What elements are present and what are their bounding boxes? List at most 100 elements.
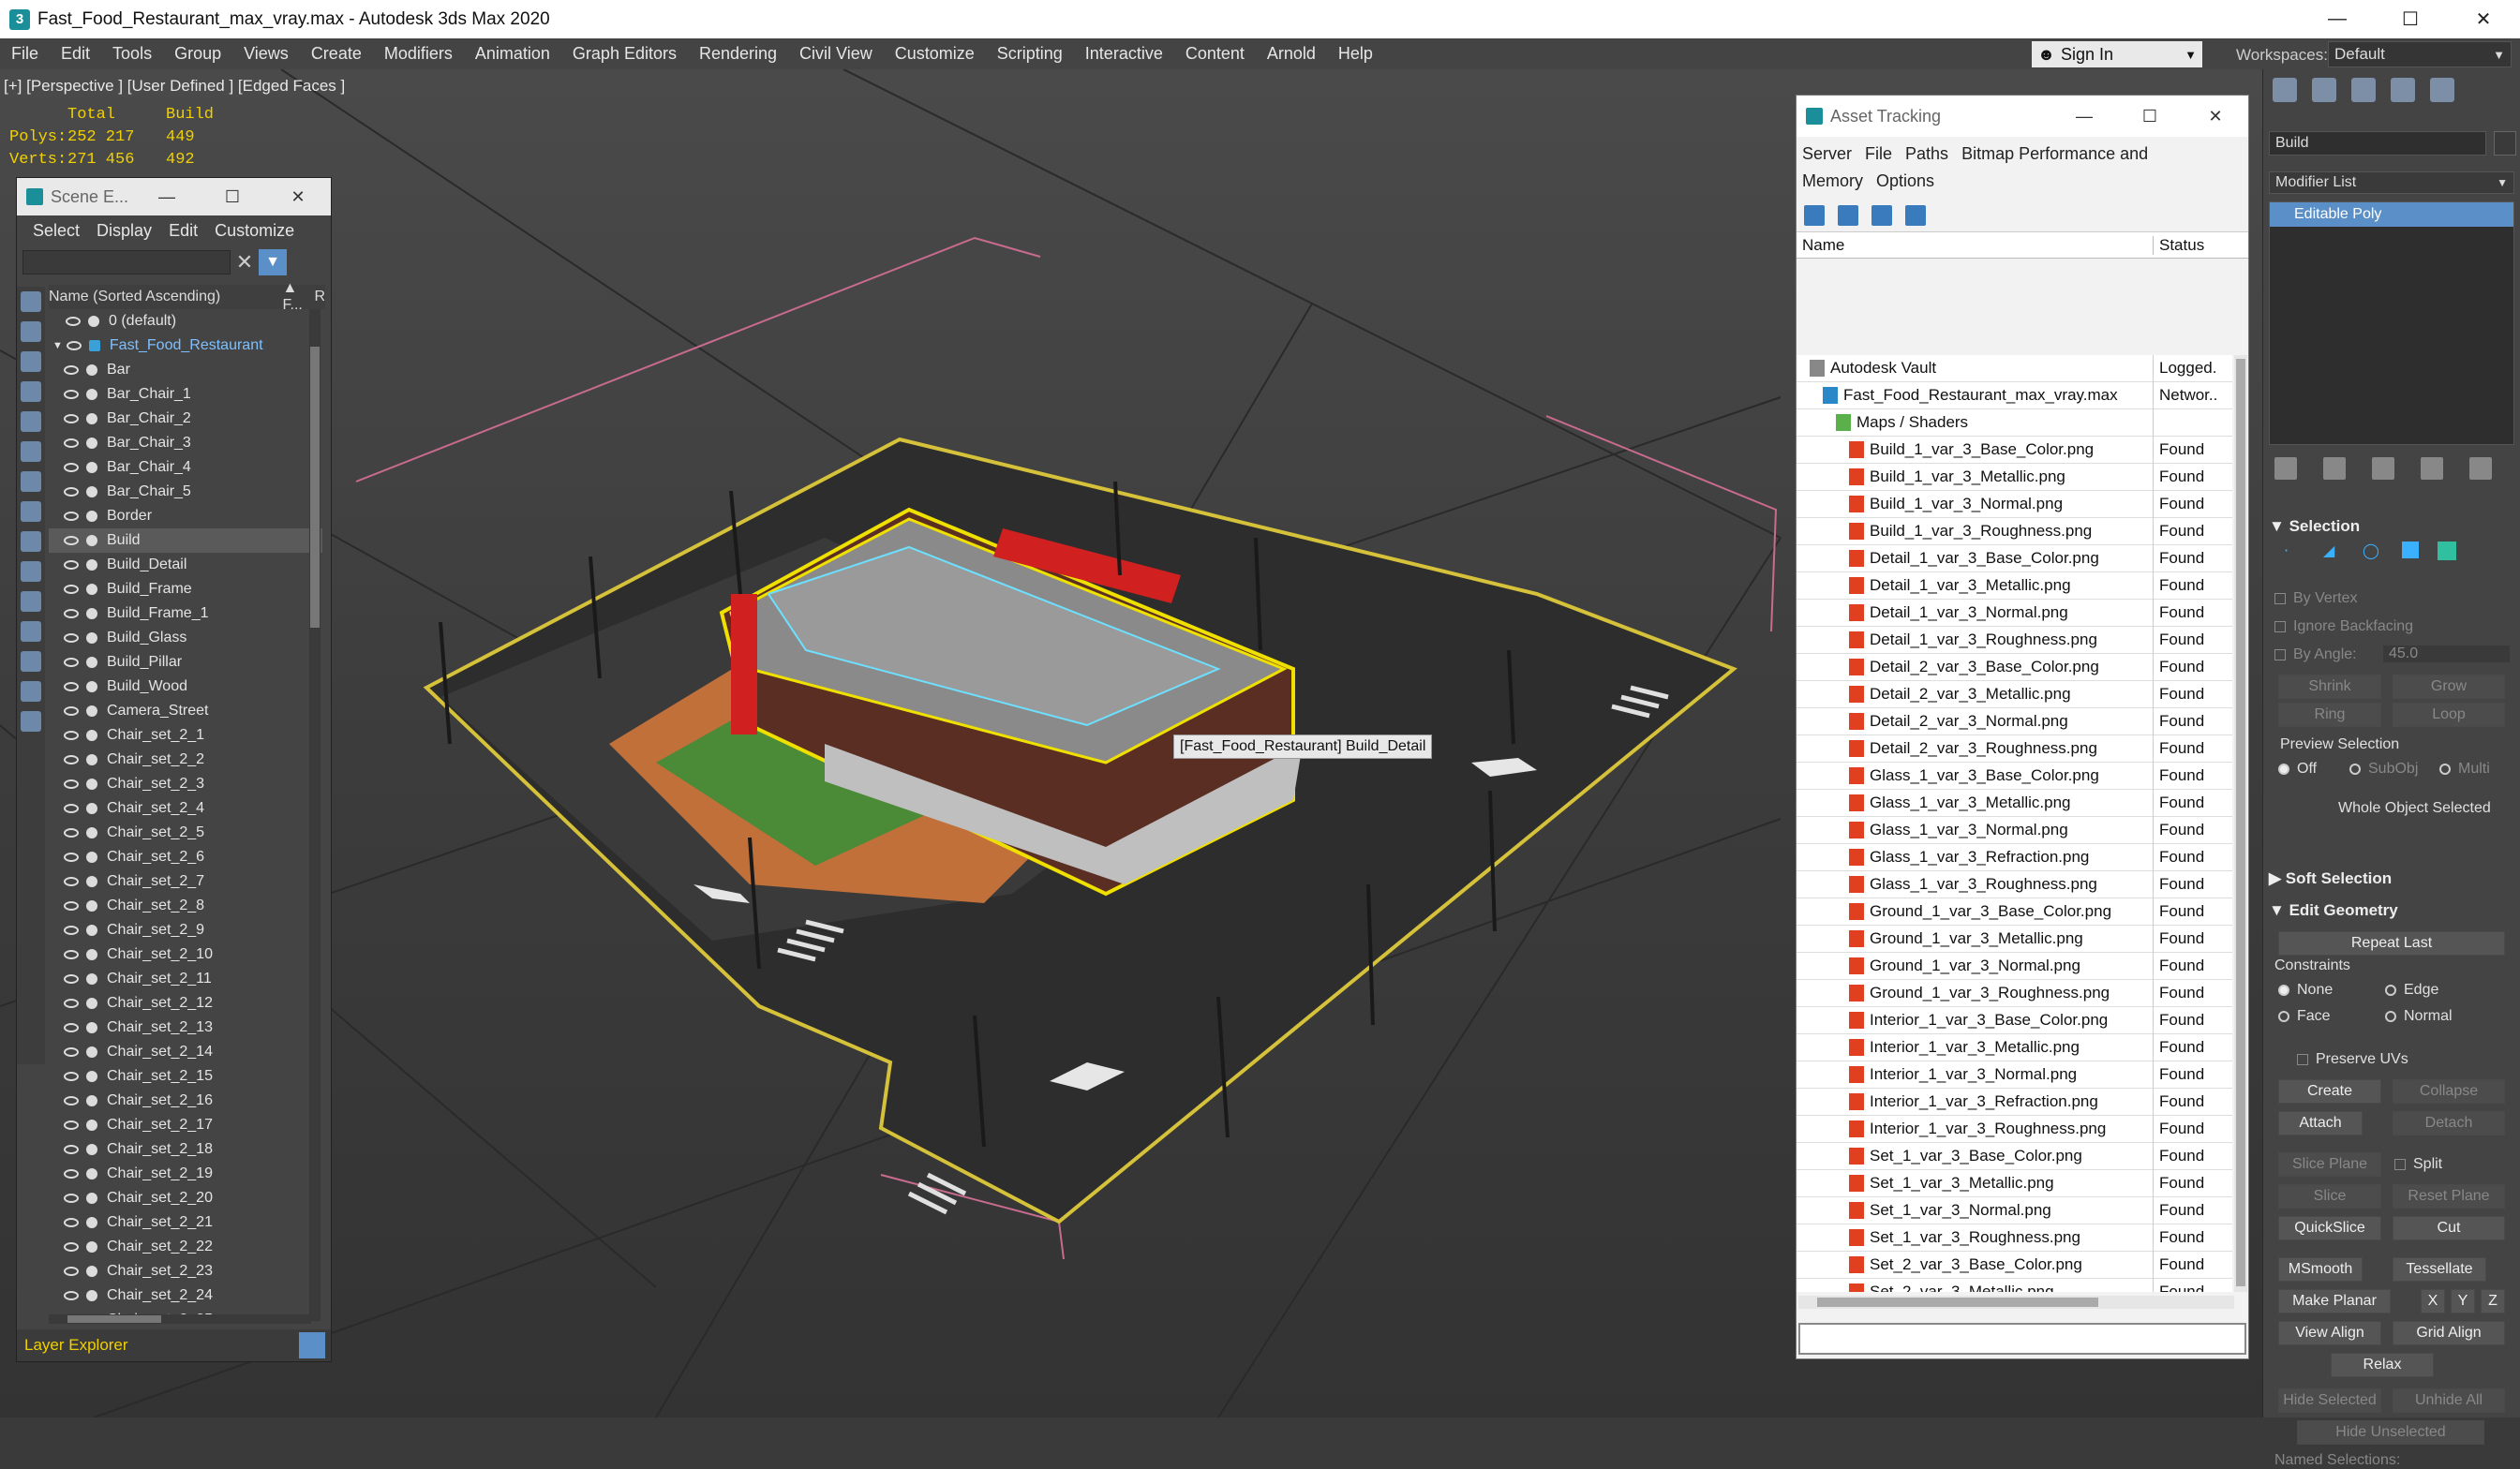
visibility-eye-icon[interactable] — [64, 633, 79, 643]
scene-list-item[interactable]: Chair_set_2_18 — [49, 1137, 322, 1162]
visibility-eye-icon[interactable] — [64, 1242, 79, 1252]
refresh-icon[interactable] — [1804, 204, 1825, 226]
filter-geometry-icon[interactable] — [21, 291, 41, 312]
visibility-eye-icon[interactable] — [64, 1169, 79, 1179]
planar-x-button[interactable]: X — [2421, 1289, 2445, 1313]
maximize-button[interactable]: ☐ — [200, 187, 265, 207]
split-checkbox[interactable]: Split — [2394, 1156, 2442, 1173]
column-r-header[interactable]: R — [314, 289, 325, 305]
scene-list-item[interactable]: Chair_set_2_24 — [49, 1284, 322, 1308]
asset-row[interactable]: Glass_1_var_3_Normal.png Found — [1797, 816, 2232, 844]
create-tab-icon[interactable] — [2273, 78, 2297, 102]
minimize-button[interactable]: — — [2051, 107, 2117, 126]
menu-rendering[interactable]: Rendering — [688, 44, 788, 64]
scene-list-item[interactable]: Chair_set_2_8 — [49, 894, 322, 918]
clear-search-icon[interactable]: ✕ — [231, 250, 259, 275]
scene-list-item[interactable]: Camera_Street — [49, 699, 322, 723]
visibility-eye-icon[interactable] — [64, 877, 79, 886]
scene-list-item[interactable]: Chair_set_2_6 — [49, 845, 322, 869]
constraint-normal-radio[interactable]: Normal — [2385, 1008, 2453, 1025]
make-unique-icon[interactable] — [2372, 457, 2394, 480]
soft-selection-rollout[interactable]: ▶ Soft Selection — [2269, 869, 2392, 888]
filter-hidden-icon[interactable] — [21, 621, 41, 642]
visibility-eye-icon[interactable] — [64, 560, 79, 570]
filter-all-icon[interactable] — [21, 651, 41, 672]
asset-row[interactable]: Ground_1_var_3_Normal.png Found — [1797, 952, 2232, 980]
scene-menu-edit[interactable]: Edit — [160, 221, 206, 241]
visibility-eye-icon[interactable] — [64, 706, 79, 716]
table-view-icon[interactable] — [1871, 204, 1892, 226]
visibility-eye-icon[interactable] — [64, 438, 79, 448]
asset-menu-file[interactable]: File — [1865, 144, 1892, 163]
edit-geometry-rollout[interactable]: ▼ Edit Geometry — [2269, 901, 2398, 920]
scene-list-item[interactable]: Bar_Chair_5 — [49, 480, 322, 504]
visibility-eye-icon[interactable] — [64, 950, 79, 959]
visibility-eye-icon[interactable] — [64, 390, 79, 399]
asset-row[interactable]: Detail_2_var_3_Roughness.png Found — [1797, 734, 2232, 763]
asset-row[interactable]: Autodesk Vault Logged. — [1797, 355, 2232, 382]
scene-list-item[interactable]: Chair_set_2_2 — [49, 748, 322, 772]
asset-row[interactable]: Interior_1_var_3_Base_Color.png Found — [1797, 1006, 2232, 1034]
filter-helpers-icon[interactable] — [21, 411, 41, 432]
asset-status-field[interactable] — [1798, 1323, 2246, 1355]
scene-explorer-titlebar[interactable]: Scene E... — ☐ ✕ — [17, 178, 331, 215]
collapse-button[interactable]: Collapse — [2393, 1079, 2505, 1104]
scene-list-scrollbar[interactable] — [309, 309, 321, 1321]
preview-multi-radio[interactable]: Multi — [2439, 761, 2490, 778]
asset-row[interactable]: Glass_1_var_3_Base_Color.png Found — [1797, 762, 2232, 790]
scene-list-item[interactable]: Chair_set_2_9 — [49, 918, 322, 942]
minimize-button[interactable]: — — [134, 187, 200, 207]
menu-arnold[interactable]: Arnold — [1256, 44, 1327, 64]
vertex-mode-icon[interactable]: ⋅ — [2284, 542, 2304, 562]
scene-list-item[interactable]: Chair_set_2_21 — [49, 1210, 322, 1235]
menu-edit[interactable]: Edit — [50, 44, 101, 64]
close-button[interactable]: ✕ — [2447, 0, 2520, 38]
asset-row[interactable]: Detail_2_var_3_Normal.png Found — [1797, 707, 2232, 735]
grow-button[interactable]: Grow — [2393, 675, 2505, 699]
menu-interactive[interactable]: Interactive — [1074, 44, 1174, 64]
relax-button[interactable]: Relax — [2331, 1353, 2434, 1377]
asset-row[interactable]: Glass_1_var_3_Metallic.png Found — [1797, 789, 2232, 817]
scene-list-item[interactable]: Chair_set_2_3 — [49, 772, 322, 796]
scene-list-item[interactable]: Build_Wood — [49, 675, 322, 699]
shrink-button[interactable]: Shrink — [2278, 675, 2381, 699]
asset-row[interactable]: Fast_Food_Restaurant_max_vray.max Networ.… — [1797, 381, 2232, 409]
close-button[interactable]: ✕ — [2183, 107, 2248, 126]
menu-graph-editors[interactable]: Graph Editors — [561, 44, 688, 64]
constraint-none-radio[interactable]: None — [2278, 982, 2333, 999]
hierarchy-tab-icon[interactable] — [2351, 78, 2376, 102]
scene-menu-select[interactable]: Select — [24, 221, 88, 241]
column-name-header[interactable]: Name (Sorted Ascending) — [49, 289, 283, 305]
visibility-eye-icon[interactable] — [64, 828, 79, 838]
filter-cameras-icon[interactable] — [21, 381, 41, 402]
visibility-eye-icon[interactable] — [64, 853, 79, 862]
filter-shapes-icon[interactable] — [21, 321, 41, 342]
repeat-last-button[interactable]: Repeat Last — [2278, 931, 2505, 956]
scene-list-item[interactable]: Chair_set_2_19 — [49, 1162, 322, 1186]
motion-tab-icon[interactable] — [2391, 78, 2415, 102]
asset-row[interactable]: Ground_1_var_3_Base_Color.png Found — [1797, 898, 2232, 926]
slice-plane-button[interactable]: Slice Plane — [2278, 1152, 2381, 1177]
menu-civil-view[interactable]: Civil View — [788, 44, 884, 64]
visibility-eye-icon[interactable] — [64, 1194, 79, 1203]
asset-row[interactable]: Interior_1_var_3_Normal.png Found — [1797, 1061, 2232, 1089]
close-button[interactable]: ✕ — [265, 187, 331, 207]
minimize-button[interactable]: — — [2301, 0, 2374, 38]
modifier-list-dropdown[interactable]: Modifier List ▼ — [2269, 171, 2514, 194]
visibility-eye-icon[interactable] — [64, 1072, 79, 1081]
scene-list-item[interactable]: Chair_set_2_7 — [49, 869, 322, 894]
scene-list-item[interactable]: Chair_set_2_12 — [49, 991, 322, 1016]
asset-menu-bitmap-performance-and-memory[interactable]: Bitmap Performance and Memory — [1802, 144, 2148, 190]
visibility-eye-icon[interactable] — [64, 1145, 79, 1154]
scene-list-item[interactable]: Bar — [49, 358, 322, 382]
object-name-field[interactable]: Build — [2269, 131, 2486, 156]
filter-none-icon[interactable] — [21, 681, 41, 702]
menu-animation[interactable]: Animation — [464, 44, 561, 64]
filter-containers-icon[interactable] — [21, 561, 41, 582]
list-view-icon[interactable] — [1838, 204, 1858, 226]
scene-list-item[interactable]: Build — [49, 528, 322, 553]
asset-row[interactable]: Set_1_var_3_Normal.png Found — [1797, 1196, 2232, 1224]
expand-toggle-icon[interactable]: ▼ — [52, 340, 63, 351]
asset-row[interactable]: Detail_1_var_3_Base_Color.png Found — [1797, 544, 2232, 572]
selection-rollout[interactable]: ▼ Selection — [2269, 517, 2360, 536]
